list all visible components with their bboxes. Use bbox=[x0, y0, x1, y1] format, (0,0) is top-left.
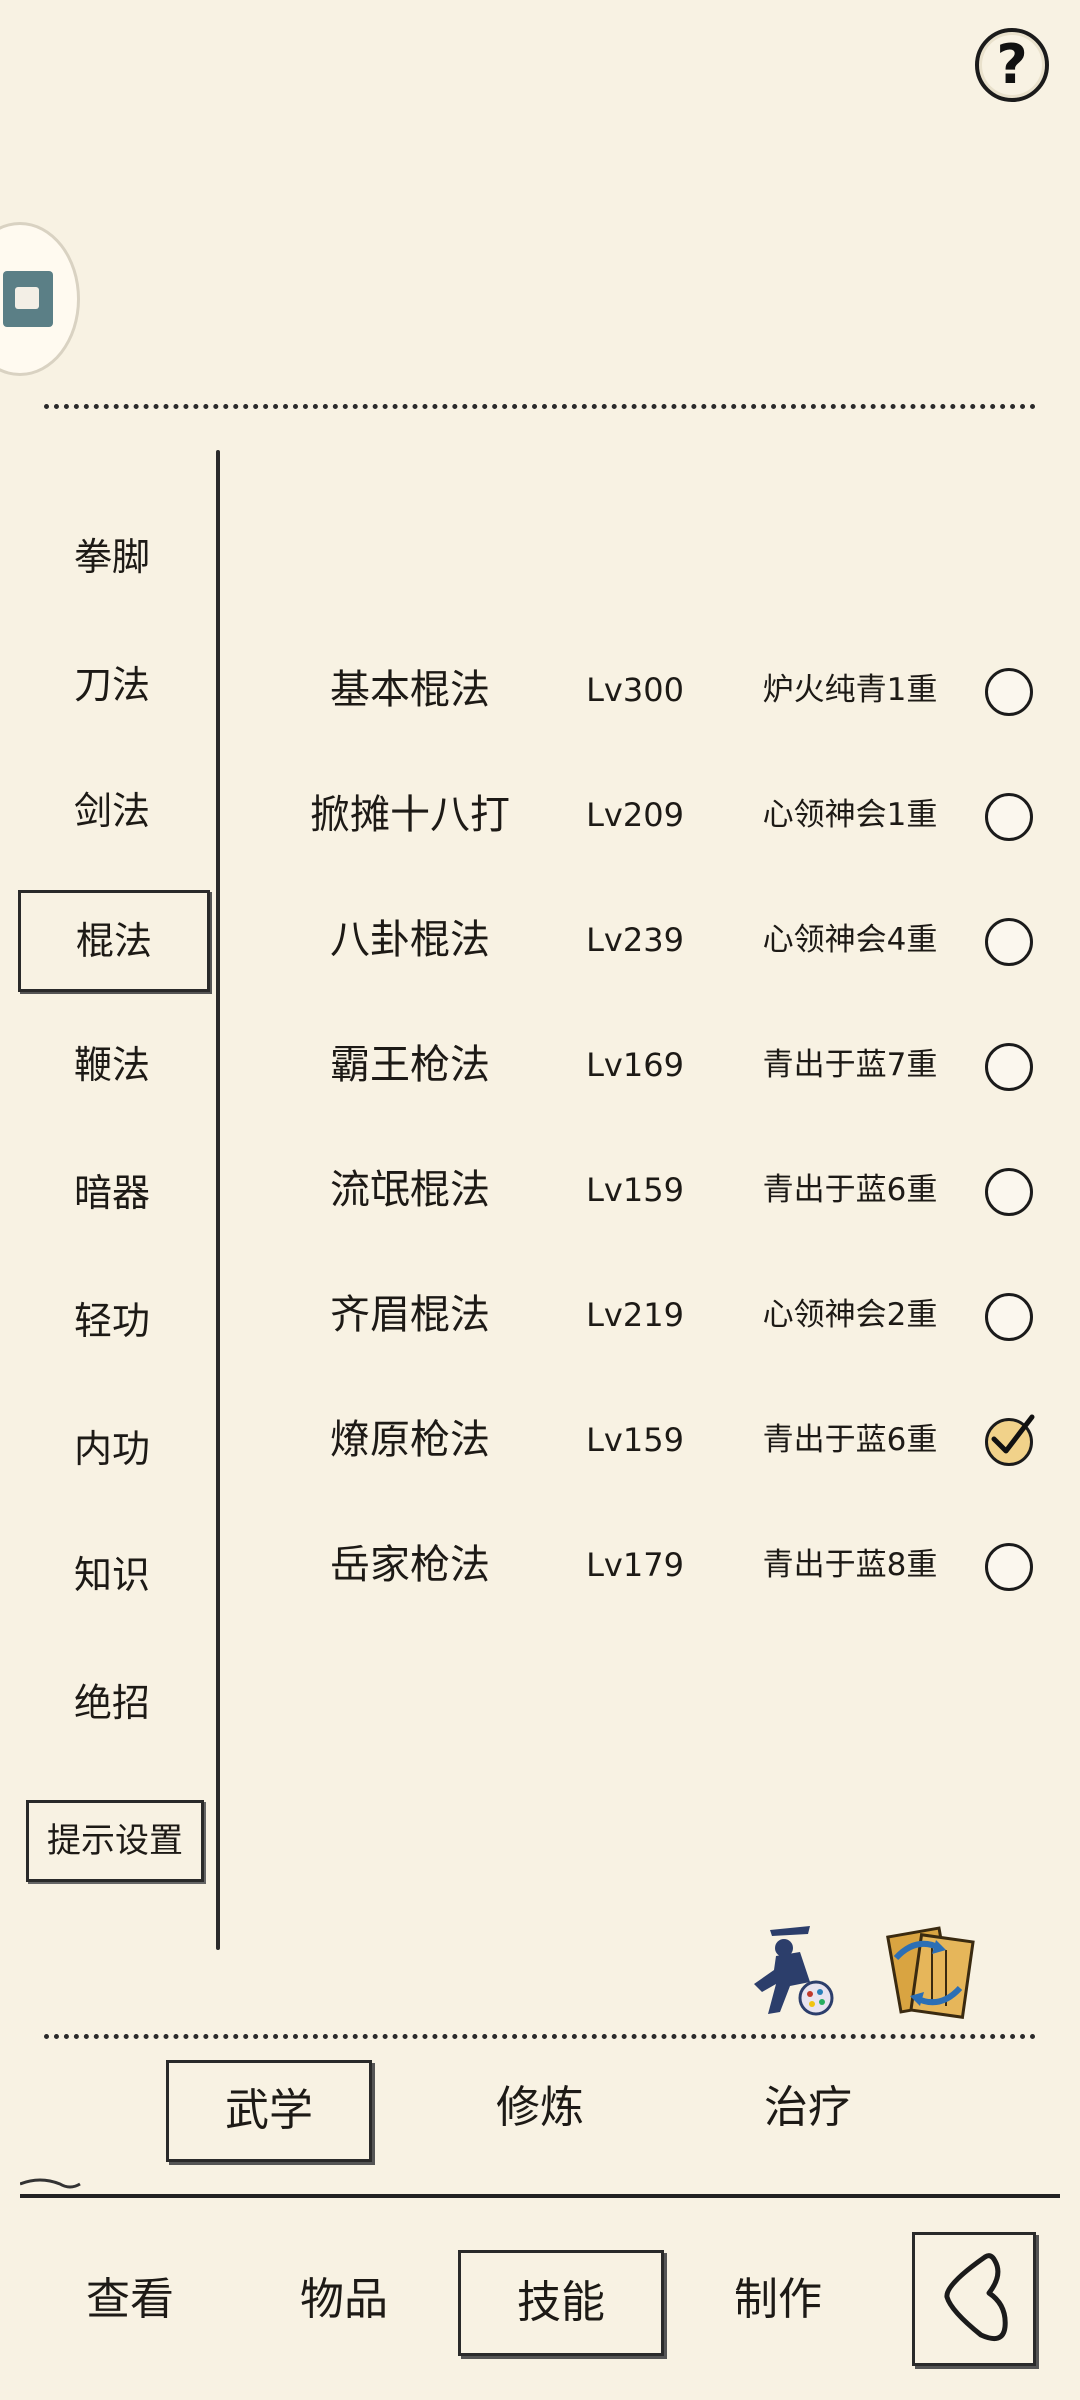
skill-row[interactable]: 流氓棍法 Lv159 青出于蓝6重 bbox=[240, 1145, 1060, 1235]
category-item-9[interactable]: 绝招 bbox=[22, 1658, 202, 1748]
skill-level: Lv159 bbox=[586, 1421, 684, 1459]
skill-select-radio[interactable] bbox=[985, 668, 1033, 716]
skill-row[interactable]: 岳家枪法 Lv179 青出于蓝8重 bbox=[240, 1520, 1060, 1610]
back-button[interactable] bbox=[912, 2232, 1036, 2366]
skill-rank: 炉火纯青1重 bbox=[762, 672, 938, 708]
skill-rank: 心领神会2重 bbox=[762, 1297, 938, 1333]
skill-rank: 心领神会1重 bbox=[762, 797, 938, 833]
category-item-0[interactable]: 拳脚 bbox=[22, 512, 202, 602]
skill-row[interactable]: 燎原枪法 Lv159 青出于蓝6重 bbox=[240, 1395, 1060, 1485]
skill-row[interactable]: 八卦棍法 Lv239 心领神会4重 bbox=[240, 895, 1060, 985]
scroll-swap-icon[interactable] bbox=[876, 1918, 976, 2019]
skill-name: 燎原枪法 bbox=[330, 1417, 490, 1463]
skill-select-radio[interactable] bbox=[985, 1543, 1033, 1591]
skill-select-radio[interactable] bbox=[985, 1414, 1035, 1466]
category-item-3[interactable]: 棍法 bbox=[18, 890, 210, 992]
skill-name: 八卦棍法 bbox=[330, 917, 490, 963]
nav-items[interactable]: 物品 bbox=[244, 2250, 444, 2350]
skill-row[interactable]: 掀摊十八打 Lv209 心领神会1重 bbox=[240, 770, 1060, 860]
skill-select-radio[interactable] bbox=[985, 918, 1033, 966]
skill-rank: 青出于蓝7重 bbox=[762, 1047, 938, 1083]
nav-crafting[interactable]: 制作 bbox=[678, 2250, 878, 2350]
skill-level: Lv219 bbox=[586, 1296, 684, 1334]
help-button[interactable]: ? bbox=[975, 28, 1049, 102]
skill-rank: 心领神会4重 bbox=[762, 922, 938, 958]
checkmark-icon bbox=[991, 1414, 1035, 1454]
category-separator bbox=[216, 450, 220, 1950]
skill-level: Lv239 bbox=[586, 921, 684, 959]
category-item-1[interactable]: 刀法 bbox=[22, 640, 202, 730]
category-item-8[interactable]: 知识 bbox=[22, 1530, 202, 1620]
wave-divider bbox=[20, 2178, 1060, 2198]
skill-level: Lv179 bbox=[586, 1546, 684, 1584]
skill-level: Lv169 bbox=[586, 1046, 684, 1084]
category-item-6[interactable]: 轻功 bbox=[22, 1276, 202, 1366]
skill-row[interactable]: 霸王枪法 Lv169 青出于蓝7重 bbox=[240, 1020, 1060, 1110]
skill-name: 岳家枪法 bbox=[330, 1542, 490, 1588]
skill-row[interactable]: 齐眉棍法 Lv219 心领神会2重 bbox=[240, 1270, 1060, 1360]
top-divider bbox=[44, 404, 1036, 409]
avatar[interactable] bbox=[0, 222, 80, 376]
skill-level: Lv300 bbox=[586, 671, 684, 709]
skill-name: 掀摊十八打 bbox=[310, 792, 510, 838]
subtab-cultivate[interactable]: 修炼 bbox=[440, 2060, 640, 2156]
skill-level: Lv209 bbox=[586, 796, 684, 834]
subtab-martial[interactable]: 武学 bbox=[166, 2060, 372, 2162]
skill-name: 基本棍法 bbox=[330, 667, 490, 713]
skill-rank: 青出于蓝6重 bbox=[762, 1172, 938, 1208]
category-item-7[interactable]: 内功 bbox=[22, 1404, 202, 1494]
skill-name: 齐眉棍法 bbox=[330, 1292, 490, 1338]
nav-view[interactable]: 查看 bbox=[30, 2250, 230, 2350]
subtab-heal[interactable]: 治疗 bbox=[708, 2060, 908, 2156]
nav-skills[interactable]: 技能 bbox=[458, 2250, 664, 2356]
avatar-icon bbox=[3, 271, 53, 327]
skill-name: 流氓棍法 bbox=[330, 1167, 490, 1213]
bottom-divider bbox=[44, 2034, 1036, 2039]
skill-rank: 青出于蓝6重 bbox=[762, 1422, 938, 1458]
skill-row[interactable]: 基本棍法 Lv300 炉火纯青1重 bbox=[240, 645, 1060, 735]
question-icon: ? bbox=[996, 33, 1028, 96]
category-item-2[interactable]: 剑法 bbox=[22, 766, 202, 856]
category-item-5[interactable]: 暗器 bbox=[22, 1148, 202, 1238]
skill-level: Lv159 bbox=[586, 1171, 684, 1209]
back-icon bbox=[944, 2253, 1008, 2342]
hint-settings-button[interactable]: 提示设置 bbox=[26, 1800, 204, 1882]
category-item-4[interactable]: 鞭法 bbox=[22, 1020, 202, 1110]
skill-select-radio[interactable] bbox=[985, 1043, 1033, 1091]
martial-artist-icon[interactable] bbox=[740, 1922, 840, 2022]
skill-select-radio[interactable] bbox=[985, 1168, 1033, 1216]
skill-rank: 青出于蓝8重 bbox=[762, 1547, 938, 1583]
skill-select-radio[interactable] bbox=[985, 1293, 1033, 1341]
skill-select-radio[interactable] bbox=[985, 793, 1033, 841]
skill-name: 霸王枪法 bbox=[330, 1042, 490, 1088]
